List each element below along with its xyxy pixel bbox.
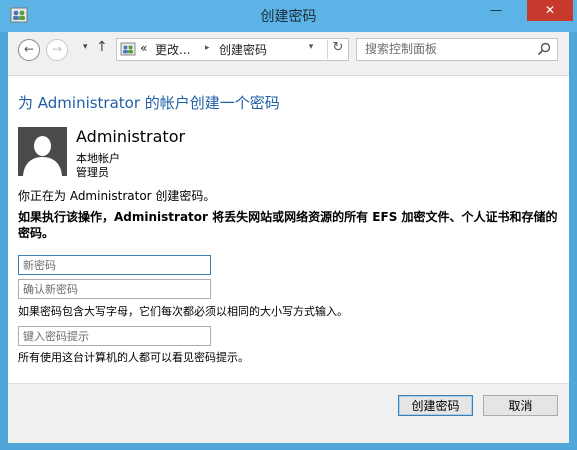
search-icon[interactable] <box>537 42 551 56</box>
user-silhouette-icon <box>18 127 67 176</box>
back-button[interactable]: ← <box>18 39 40 61</box>
breadcrumb-item[interactable]: 更改... <box>155 41 190 58</box>
refresh-button[interactable]: ↻ <box>327 40 348 59</box>
forward-button[interactable]: → <box>46 39 68 61</box>
case-sensitivity-note: 如果密码包含大写字母，它们每次都必须以相同的大小写方式输入。 <box>18 305 348 318</box>
create-password-button[interactable]: 创建密码 <box>398 395 473 416</box>
dialog-footer: 创建密码 取消 <box>8 383 569 443</box>
navigation-bar: ← → ▾ ↑ « 更改... ▸ 创建密码 ▾ ↻ <box>8 32 569 76</box>
user-role: 管理员 <box>76 166 109 179</box>
user-avatar-graphic <box>18 127 67 176</box>
cancel-button[interactable]: 取消 <box>483 395 558 416</box>
users-control-panel-icon <box>120 42 136 56</box>
hint-visibility-note: 所有使用这台计算机的人都可以看见密码提示。 <box>18 351 249 364</box>
page-title: 为 Administrator 的帐户创建一个密码 <box>18 94 280 112</box>
password-hint-field[interactable] <box>18 326 211 346</box>
search-box[interactable] <box>356 38 558 61</box>
title-bar: 创建密码 — ✕ <box>0 0 577 32</box>
confirm-password-field[interactable] <box>18 279 211 299</box>
warning-text: 如果执行该操作，Administrator 将丢失网站或网络资源的所有 EFS … <box>18 210 558 240</box>
close-button[interactable]: ✕ <box>527 0 573 21</box>
user-name: Administrator <box>76 127 186 146</box>
breadcrumb-overflow[interactable]: « <box>140 41 147 55</box>
address-bar[interactable]: « 更改... ▸ 创建密码 ▾ ↻ <box>116 38 349 61</box>
minimize-button[interactable]: — <box>482 0 510 21</box>
main-content: 为 Administrator 的帐户创建一个密码 Administrator … <box>8 76 569 383</box>
breadcrumb-item[interactable]: 创建密码 <box>219 41 267 58</box>
new-password-field[interactable] <box>18 255 211 275</box>
info-text: 你正在为 Administrator 创建密码。 <box>18 189 216 203</box>
recent-locations-dropdown[interactable]: ▾ <box>83 42 88 52</box>
address-dropdown-button[interactable]: ▾ <box>303 42 319 52</box>
breadcrumb-separator[interactable]: ▸ <box>205 43 210 53</box>
up-level-button[interactable]: ↑ <box>96 39 108 55</box>
search-input[interactable] <box>365 41 525 57</box>
